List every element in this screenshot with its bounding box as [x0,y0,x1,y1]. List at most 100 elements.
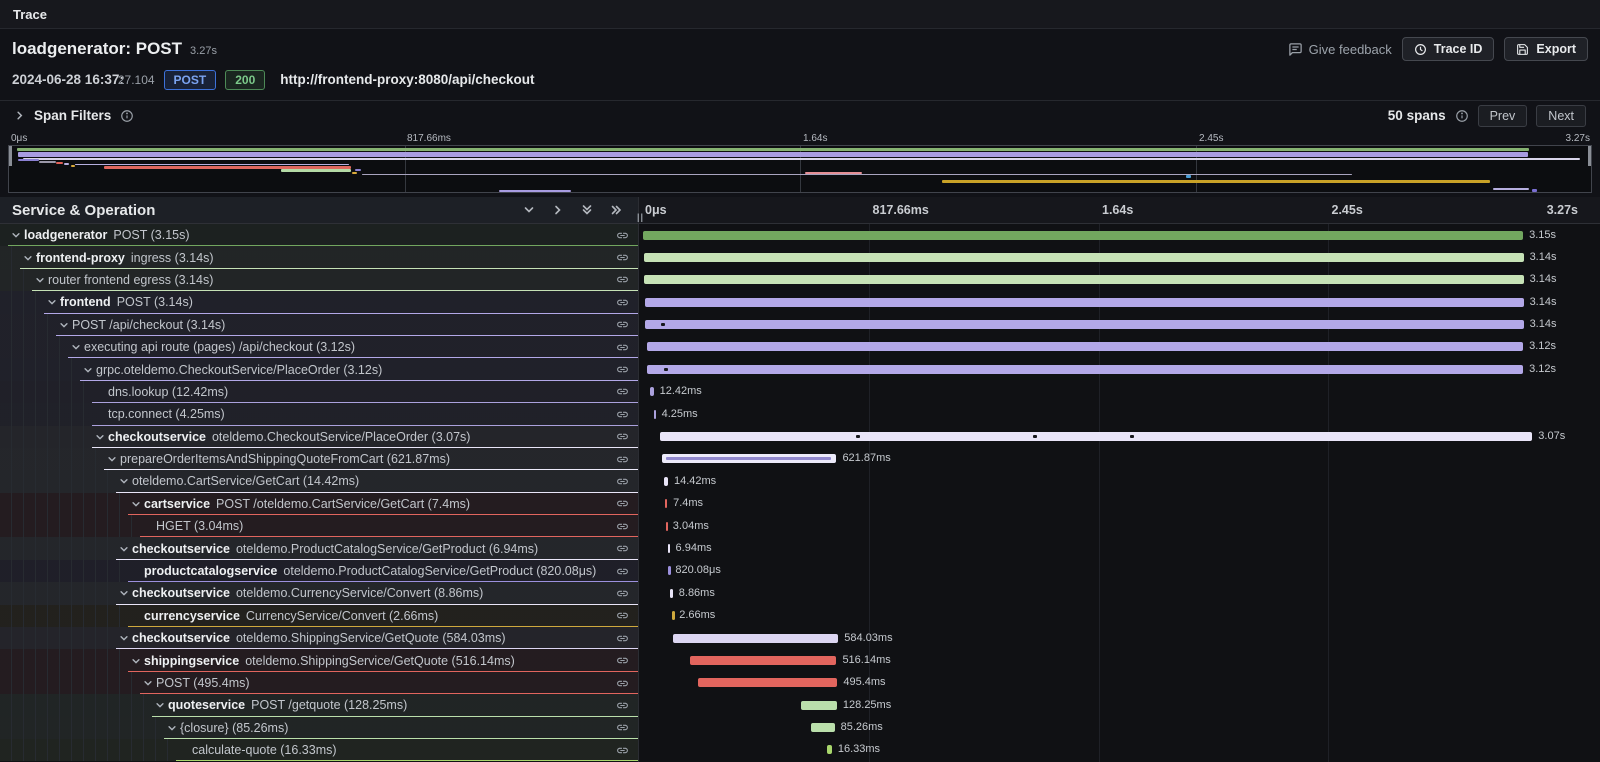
span-bar[interactable] [665,499,668,508]
chevron-down-icon[interactable] [140,678,156,688]
chevron-down-icon[interactable] [8,230,24,240]
span-bar[interactable] [647,342,1523,351]
chevron-down-icon[interactable] [32,275,48,285]
link-icon[interactable] [616,587,629,600]
link-icon[interactable] [616,721,629,734]
span-row[interactable]: oteldemo.CartService/GetCart (14.42ms) 1… [0,470,1600,492]
chevron-down-icon[interactable] [68,342,84,352]
collapse-all-icon[interactable] [581,204,593,216]
span-name-cell[interactable]: HGET (3.04ms) [0,515,638,537]
column-resize-handle[interactable]: || [637,212,644,222]
span-bar[interactable] [666,522,669,531]
span-bar[interactable] [650,387,653,396]
link-icon[interactable] [616,654,629,667]
link-icon[interactable] [616,677,629,690]
chevron-right-icon[interactable] [14,110,25,121]
span-bar[interactable] [668,544,671,553]
span-bar[interactable] [645,320,1524,329]
span-bar[interactable] [664,477,668,486]
chevron-down-icon[interactable] [116,544,132,554]
span-filters-label[interactable]: Span Filters [34,108,111,123]
link-icon[interactable] [616,497,629,510]
span-bar[interactable] [690,656,836,665]
chevron-down-icon[interactable] [44,297,60,307]
link-icon[interactable] [616,229,629,242]
span-name-cell[interactable]: executing api route (pages) /api/checkou… [0,336,638,358]
chevron-down-icon[interactable] [164,723,180,733]
chevron-down-icon[interactable] [104,454,120,464]
span-row[interactable]: checkoutservice oteldemo.ProductCatalogS… [0,537,1600,559]
chevron-down-icon[interactable] [152,700,168,710]
span-name-cell[interactable]: checkoutservice oteldemo.CurrencyService… [0,582,638,604]
span-name-cell[interactable]: productcatalogservice oteldemo.ProductCa… [0,560,638,582]
minimap-right-handle[interactable] [1588,146,1591,166]
span-name-cell[interactable]: calculate-quote (16.33ms) [0,739,638,761]
span-row[interactable]: checkoutservice oteldemo.CheckoutService… [0,426,1600,448]
link-icon[interactable] [616,699,629,712]
span-row[interactable]: dns.lookup (12.42ms) 12.42ms [0,381,1600,403]
prev-button[interactable]: Prev [1478,105,1528,127]
span-bar[interactable] [672,611,675,620]
span-bar[interactable] [654,410,657,419]
link-icon[interactable] [616,475,629,488]
span-bar[interactable] [662,454,836,463]
span-row[interactable]: cartservice POST /oteldemo.CartService/G… [0,493,1600,515]
span-row[interactable]: tcp.connect (4.25ms) 4.25ms [0,403,1600,425]
link-icon[interactable] [616,273,629,286]
span-name-cell[interactable]: loadgenerator POST (3.15s) [0,224,638,246]
span-row[interactable]: currencyservice CurrencyService/Convert … [0,605,1600,627]
column-divider[interactable] [638,224,639,762]
span-bar[interactable] [645,298,1524,307]
chevron-down-icon[interactable] [20,253,36,263]
link-icon[interactable] [616,341,629,354]
span-row[interactable]: checkoutservice oteldemo.ShippingService… [0,627,1600,649]
span-name-cell[interactable]: tcp.connect (4.25ms) [0,403,638,425]
chevron-down-icon[interactable] [128,499,144,509]
chevron-down-icon[interactable] [92,432,108,442]
span-row[interactable]: POST /api/checkout (3.14s) 3.14s [0,314,1600,336]
span-name-cell[interactable]: checkoutservice oteldemo.ShippingService… [0,627,638,649]
span-row[interactable]: shippingservice oteldemo.ShippingService… [0,649,1600,671]
span-row[interactable]: calculate-quote (16.33ms) 16.33ms [0,739,1600,761]
span-name-cell[interactable]: currencyservice CurrencyService/Convert … [0,605,638,627]
link-icon[interactable] [616,520,629,533]
link-icon[interactable] [616,565,629,578]
span-bar[interactable] [647,365,1523,374]
collapse-one-icon[interactable] [523,204,535,216]
link-icon[interactable] [616,385,629,398]
span-name-cell[interactable]: oteldemo.CartService/GetCart (14.42ms) [0,470,638,492]
span-bar[interactable] [811,723,835,732]
chevron-down-icon[interactable] [116,633,132,643]
span-row[interactable]: frontend POST (3.14s) 3.14s [0,291,1600,313]
span-name-cell[interactable]: grpc.oteldemo.CheckoutService/PlaceOrder… [0,358,638,380]
span-bar[interactable] [660,432,1532,441]
span-name-cell[interactable]: dns.lookup (12.42ms) [0,381,638,403]
span-name-cell[interactable]: cartservice POST /oteldemo.CartService/G… [0,493,638,515]
link-icon[interactable] [616,430,629,443]
link-icon[interactable] [616,251,629,264]
link-icon[interactable] [616,318,629,331]
link-icon[interactable] [616,363,629,376]
link-icon[interactable] [616,296,629,309]
span-name-cell[interactable]: {closure} (85.26ms) [0,717,638,739]
span-bar[interactable] [644,253,1523,262]
give-feedback-link[interactable]: Give feedback [1288,42,1392,57]
chevron-down-icon[interactable] [116,476,132,486]
expand-one-icon[interactable] [552,204,564,216]
span-bar[interactable] [801,701,837,710]
span-row[interactable]: executing api route (pages) /api/checkou… [0,336,1600,358]
chevron-down-icon[interactable] [128,656,144,666]
expand-all-icon[interactable] [610,204,622,216]
span-row[interactable]: checkoutservice oteldemo.CurrencyService… [0,582,1600,604]
span-name-cell[interactable]: router frontend egress (3.14s) [0,269,638,291]
minimap-viewport[interactable] [8,145,1592,193]
span-bar[interactable] [670,589,673,598]
span-name-cell[interactable]: quoteservice POST /getquote (128.25ms) [0,694,638,716]
span-row[interactable]: loadgenerator POST (3.15s) 3.15s [0,224,1600,246]
link-icon[interactable] [616,453,629,466]
span-bar[interactable] [643,231,1523,240]
span-name-cell[interactable]: checkoutservice oteldemo.ProductCatalogS… [0,537,638,559]
span-row[interactable]: router frontend egress (3.14s) 3.14s [0,269,1600,291]
link-icon[interactable] [616,542,629,555]
span-bar[interactable] [673,634,838,643]
